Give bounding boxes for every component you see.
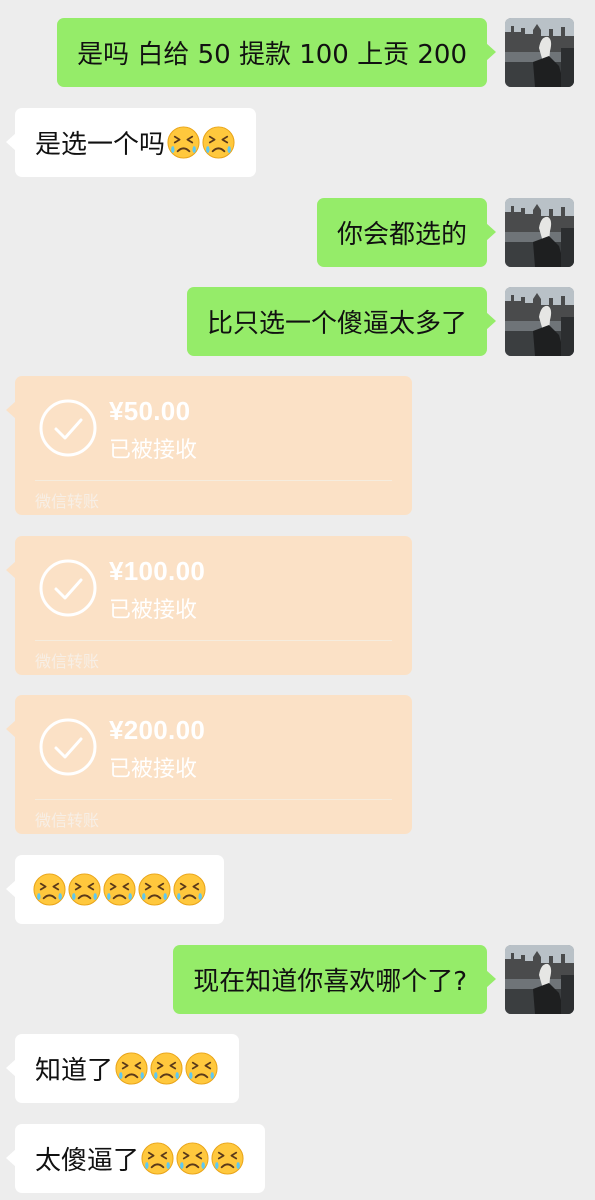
avatar[interactable]: [505, 18, 574, 87]
message-text: 你会都选的: [336, 220, 467, 250]
transfer-footer: 微信转账: [35, 652, 100, 671]
message-text: 现在知道你喜欢哪个了?: [193, 967, 467, 997]
transfer-status: 已被接收: [109, 438, 198, 463]
message-text: 比只选一个傻逼太多了: [206, 309, 467, 339]
avatar[interactable]: [505, 198, 574, 267]
tired-face-emoji-icon: [201, 125, 236, 160]
tired-face-emoji-icon: [137, 872, 172, 907]
transfer-status: 已被接收: [109, 598, 198, 623]
tired-face-emoji-icon: [67, 872, 102, 907]
message-text: 太傻逼了: [35, 1146, 140, 1176]
message-bubble-outgoing[interactable]: 你会都选的: [316, 198, 497, 267]
tired-face-emoji-icon: [140, 1141, 175, 1176]
emoji-group: [114, 1051, 219, 1086]
transfer-card[interactable]: ¥200.00 已被接收 微信转账: [6, 695, 412, 834]
tired-face-emoji-icon: [102, 872, 137, 907]
transfer-card[interactable]: ¥100.00 已被接收 微信转账: [6, 536, 412, 675]
transfer-amount: ¥100.00: [109, 556, 206, 586]
tired-face-emoji-icon: [166, 125, 201, 160]
divider: [35, 480, 392, 481]
divider: [35, 799, 392, 800]
transfer-footer: 微信转账: [35, 811, 100, 830]
check-circle-icon: [38, 717, 98, 777]
message-bubble-incoming[interactable]: 知道了: [5, 1034, 240, 1103]
message-text: 是选一个吗: [35, 130, 166, 160]
tired-face-emoji-icon: [172, 872, 207, 907]
message-bubble-outgoing[interactable]: 是吗 白给 50 提款 100 上贡 200: [57, 18, 496, 87]
avatar[interactable]: [505, 287, 574, 356]
check-circle-icon: [38, 558, 98, 618]
message-bubble-outgoing[interactable]: 现在知道你喜欢哪个了?: [173, 945, 496, 1014]
tired-face-emoji-icon: [184, 1051, 219, 1086]
transfer-amount: ¥200.00: [109, 715, 206, 745]
transfer-amount: ¥50.00: [109, 396, 191, 426]
message-text: 是吗 白给 50 提款 100 上贡 200: [77, 40, 467, 70]
tired-face-emoji-icon: [210, 1141, 245, 1176]
tired-face-emoji-icon: [175, 1141, 210, 1176]
message-bubble-incoming[interactable]: 太傻逼了: [5, 1124, 266, 1193]
message-bubble-incoming[interactable]: 是选一个吗: [5, 108, 257, 177]
message-text: 知道了: [35, 1056, 114, 1086]
check-circle-icon: [38, 398, 98, 458]
transfer-status: 已被接收: [109, 757, 198, 782]
message-bubble-incoming[interactable]: [6, 855, 224, 924]
divider: [35, 640, 392, 641]
avatar[interactable]: [505, 945, 574, 1014]
message-bubble-outgoing[interactable]: 比只选一个傻逼太多了: [186, 287, 497, 356]
transfer-footer: 微信转账: [35, 492, 100, 511]
transfer-card[interactable]: ¥50.00 已被接收 微信转账: [6, 376, 412, 515]
tired-face-emoji-icon: [149, 1051, 184, 1086]
emoji-group: [140, 1141, 245, 1176]
tired-face-emoji-icon: [32, 872, 67, 907]
emoji-group: [32, 872, 207, 907]
emoji-group: [166, 125, 236, 160]
tired-face-emoji-icon: [114, 1051, 149, 1086]
